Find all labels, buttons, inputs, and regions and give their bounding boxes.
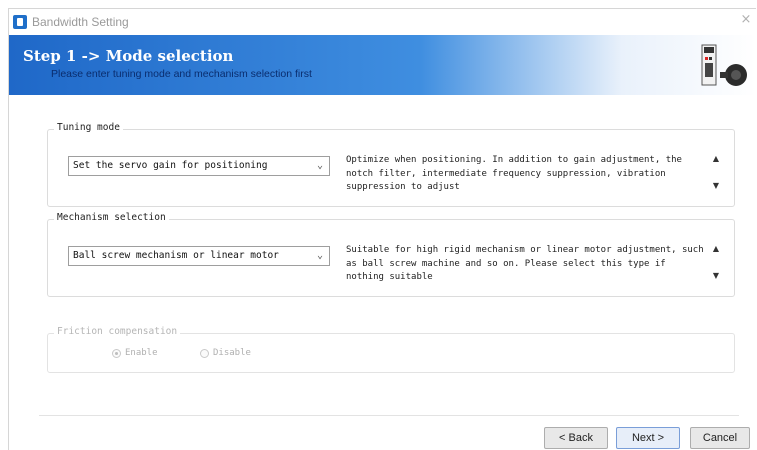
tuning-mode-value: Set the servo gain for positioning	[73, 160, 268, 171]
step-title: Step 1 -> Mode selection	[23, 47, 234, 65]
app-icon	[13, 15, 27, 29]
disable-radio-label: Disable	[213, 348, 251, 358]
tuning-mode-select[interactable]: Set the servo gain for positioning ⌄	[68, 156, 330, 176]
tuning-mode-group: Tuning mode Set the servo gain for posit…	[47, 122, 735, 207]
cancel-button[interactable]: Cancel	[690, 427, 750, 449]
mechanism-value: Ball screw mechanism or linear motor	[73, 250, 279, 261]
close-icon[interactable]: ×	[738, 12, 754, 28]
tuning-mode-label: Tuning mode	[54, 122, 123, 133]
window-title: Bandwidth Setting	[32, 15, 129, 29]
footer-divider	[39, 415, 739, 416]
chevron-down-icon: ⌄	[316, 160, 324, 171]
tuning-description-scrollbar[interactable]: ▲ ▼	[710, 154, 722, 190]
mechanism-description: Suitable for high rigid mechanism or lin…	[346, 245, 704, 282]
step-banner: Step 1 -> Mode selection Please enter tu…	[9, 35, 756, 95]
chevron-down-icon: ⌄	[316, 250, 324, 261]
disable-radio-option[interactable]: Disable	[200, 348, 251, 358]
next-button[interactable]: Next >	[616, 427, 680, 449]
friction-compensation-group: Friction compensation Enable Disable	[47, 326, 735, 373]
title-bar: Bandwidth Setting ×	[9, 9, 756, 35]
scroll-down-icon[interactable]: ▼	[710, 271, 722, 280]
mechanism-selection-label: Mechanism selection	[54, 212, 169, 223]
scroll-up-icon[interactable]: ▲	[710, 154, 722, 163]
scroll-down-icon[interactable]: ▼	[710, 181, 722, 190]
mechanism-select[interactable]: Ball screw mechanism or linear motor ⌄	[68, 246, 330, 266]
tuning-mode-description: Optimize when positioning. In addition t…	[346, 155, 682, 192]
enable-radio-option[interactable]: Enable	[112, 348, 158, 358]
disable-radio[interactable]	[200, 348, 209, 358]
scroll-up-icon[interactable]: ▲	[710, 244, 722, 253]
friction-compensation-label: Friction compensation	[54, 326, 181, 337]
step-subtitle: Please enter tuning mode and mechanism s…	[51, 68, 312, 80]
enable-radio-label: Enable	[125, 348, 158, 358]
mechanism-description-scrollbar[interactable]: ▲ ▼	[710, 244, 722, 280]
servo-drive-icon	[701, 44, 747, 86]
back-button[interactable]: < Back	[544, 427, 608, 449]
enable-radio[interactable]	[112, 348, 121, 358]
mechanism-selection-group: Mechanism selection Ball screw mechanism…	[47, 212, 735, 297]
bandwidth-setting-window: Bandwidth Setting × Step 1 -> Mode selec…	[8, 8, 756, 450]
